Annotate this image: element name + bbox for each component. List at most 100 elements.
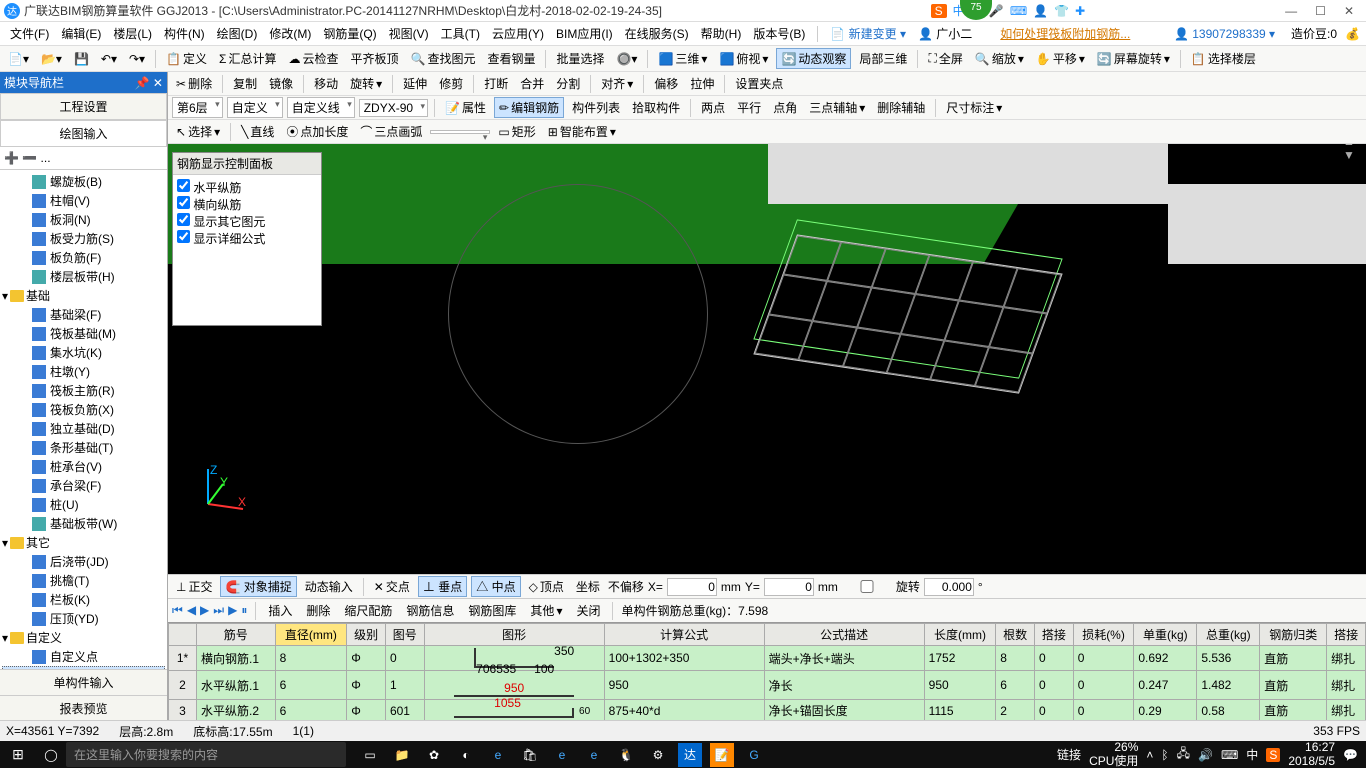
parallel-button[interactable]: 平行	[733, 98, 765, 117]
3d-viewport[interactable]: ▲▼ 钢筋显示控制面板 水平纵筋 横向纵筋 显示其它图元 显示详细公式 ZXY	[168, 144, 1366, 574]
dynamic-view-button[interactable]: 🔄 动态观察	[776, 48, 851, 69]
three-pt-axis-button[interactable]: 三点辅轴▾	[805, 98, 869, 117]
col-lvl[interactable]: 级别	[347, 624, 386, 646]
chk-other[interactable]: 显示其它图元	[177, 213, 317, 230]
record-nav[interactable]: ⏮◀▶⏭▶⏸	[172, 603, 247, 618]
tree-item[interactable]: 螺旋板(B)	[2, 172, 165, 191]
ime-i3[interactable]: 👤	[1033, 4, 1048, 18]
col-loss[interactable]: 损耗(%)	[1073, 624, 1134, 646]
tree-item[interactable]: 桩承台(V)	[2, 457, 165, 476]
menu-file[interactable]: 文件(F)	[6, 23, 53, 44]
start-button[interactable]: ⊞	[0, 746, 36, 763]
insert-row-button[interactable]: 插入	[264, 601, 296, 620]
tree-item[interactable]: 条形基础(T)	[2, 438, 165, 457]
sogou-tray-icon[interactable]: S	[1266, 748, 1280, 762]
app-icon-2[interactable]: ◐	[454, 743, 478, 767]
minimize-button[interactable]: —	[1285, 4, 1297, 18]
pt-angle-button[interactable]: 点角	[769, 98, 801, 117]
break-button[interactable]: 打断	[480, 74, 512, 93]
app-icon-3[interactable]: 达	[678, 743, 702, 767]
table-row[interactable]: 1*横向钢筋.18Φ0 350706535100 100+1302+350端头+…	[169, 646, 1366, 671]
col-blank[interactable]	[169, 624, 197, 646]
zoom-button[interactable]: 🔍 缩放▾	[971, 49, 1028, 68]
col-cls[interactable]: 钢筋归类	[1260, 624, 1327, 646]
select-tool[interactable]: ↖ 选择▾	[172, 122, 224, 141]
cpu-meter[interactable]: 26%CPU使用	[1089, 741, 1138, 767]
mirror-button[interactable]: 镜像	[265, 74, 297, 93]
kb-icon[interactable]: ⌨	[1221, 748, 1238, 762]
line-tool[interactable]: ╲ 直线	[237, 122, 278, 141]
dyn-input-toggle[interactable]: 动态输入	[301, 577, 357, 596]
tree-item[interactable]: 压顶(YD)	[2, 609, 165, 628]
arc-dropdown[interactable]	[430, 130, 490, 134]
vol-icon[interactable]: 🔊	[1198, 748, 1213, 762]
scale-rebar-button[interactable]: 缩尺配筋	[340, 601, 396, 620]
save-button[interactable]: 💾	[70, 51, 93, 67]
menu-view[interactable]: 视图(V)	[385, 23, 433, 44]
x-input[interactable]	[667, 578, 717, 596]
menu-tool[interactable]: 工具(T)	[437, 23, 484, 44]
store-icon[interactable]: 🛍	[518, 743, 542, 767]
pt-len-tool[interactable]: ⦿ 点加长度	[282, 122, 352, 141]
rebar-display-panel[interactable]: 钢筋显示控制面板 水平纵筋 横向纵筋 显示其它图元 显示详细公式	[172, 152, 322, 326]
type-dropdown[interactable]: 自定义线	[287, 97, 355, 118]
ime-bar[interactable]: S 中 ☺ 🎤 ⌨ 👤 👕 ✚	[931, 2, 1086, 19]
app-icon-4[interactable]: 📝	[710, 743, 734, 767]
tree-item[interactable]: 挑檐(T)	[2, 571, 165, 590]
tree-item[interactable]: 柱墩(Y)	[2, 362, 165, 381]
view-rebar-button[interactable]: 查看钢量	[483, 49, 539, 68]
batch-select-button[interactable]: 批量选择	[552, 49, 608, 68]
menu-component[interactable]: 构件(N)	[160, 23, 209, 44]
close-button[interactable]: ✕	[1344, 4, 1354, 18]
stretch-button[interactable]: 拉伸	[686, 74, 718, 93]
tree-item[interactable]: 板负筋(F)	[2, 248, 165, 267]
close-grid-button[interactable]: 关闭	[572, 601, 604, 620]
ie-icon[interactable]: e	[582, 743, 606, 767]
col-dia[interactable]: 直径(mm)	[275, 624, 347, 646]
rebar-info-button[interactable]: 钢筋信息	[402, 601, 458, 620]
two-pt-button[interactable]: 两点	[697, 98, 729, 117]
props-button[interactable]: 📝 属性	[441, 98, 490, 117]
comp-list-button[interactable]: 构件列表	[568, 98, 624, 117]
maximize-button[interactable]: ☐	[1315, 4, 1326, 18]
dim-button[interactable]: 尺寸标注▾	[942, 98, 1006, 117]
col-fig[interactable]: 图号	[385, 624, 424, 646]
taskbar-search[interactable]: 在这里输入你要搜索的内容	[66, 742, 346, 767]
tab-project-settings[interactable]: 工程设置	[0, 93, 167, 120]
tab-single-input[interactable]: 单构件输入	[0, 670, 167, 696]
redo-button[interactable]: ↷▾	[125, 51, 149, 67]
y-input[interactable]	[764, 578, 814, 596]
col-lap[interactable]: 搭接	[1034, 624, 1073, 646]
menu-edit[interactable]: 编辑(E)	[57, 23, 105, 44]
tree-item[interactable]: 柱帽(V)	[2, 191, 165, 210]
sidebar-pin-icon[interactable]: 📌 ✕	[135, 76, 163, 90]
menu-online[interactable]: 在线服务(S)	[621, 23, 693, 44]
tree-item[interactable]: 独立基础(D)	[2, 419, 165, 438]
copy-button[interactable]: 复制	[229, 74, 261, 93]
select-floor-button[interactable]: 📋 选择楼层	[1187, 49, 1260, 68]
tree-item[interactable]: 基础梁(F)	[2, 305, 165, 324]
menu-draw[interactable]: 绘图(D)	[213, 23, 262, 44]
menu-version[interactable]: 版本号(B)	[749, 23, 809, 44]
net-icon[interactable]: 🖧	[1177, 744, 1190, 765]
tree-item[interactable]: 后浇带(JD)	[2, 552, 165, 571]
edge-icon[interactable]: e	[550, 743, 574, 767]
tree-toolbar[interactable]: ➕ ➖ ...	[0, 147, 167, 170]
rot-input[interactable]	[924, 578, 974, 596]
arc-tool[interactable]: ⌒ 三点画弧	[356, 122, 426, 141]
ime-i5[interactable]: ✚	[1075, 4, 1085, 18]
local-3d-button[interactable]: 局部三维	[855, 49, 911, 68]
extend-button[interactable]: 延伸	[399, 74, 431, 93]
snap-int[interactable]: ✕ 交点	[370, 577, 414, 596]
tray-up-icon[interactable]: ˄	[1146, 748, 1153, 762]
col-desc[interactable]: 公式描述	[764, 624, 924, 646]
offset-button[interactable]: 偏移	[650, 74, 682, 93]
ime-i2[interactable]: ⌨	[1010, 4, 1027, 18]
chk-formula[interactable]: 显示详细公式	[177, 230, 317, 247]
tree-group-other[interactable]: ▾ 其它	[2, 533, 165, 552]
pick-comp-button[interactable]: 拾取构件	[628, 98, 684, 117]
cortana-icon[interactable]: ◯	[36, 748, 66, 762]
align-top-button[interactable]: 平齐板顶	[346, 49, 402, 68]
snap-coord[interactable]: 坐标	[572, 577, 604, 596]
trim-button[interactable]: 修剪	[435, 74, 467, 93]
